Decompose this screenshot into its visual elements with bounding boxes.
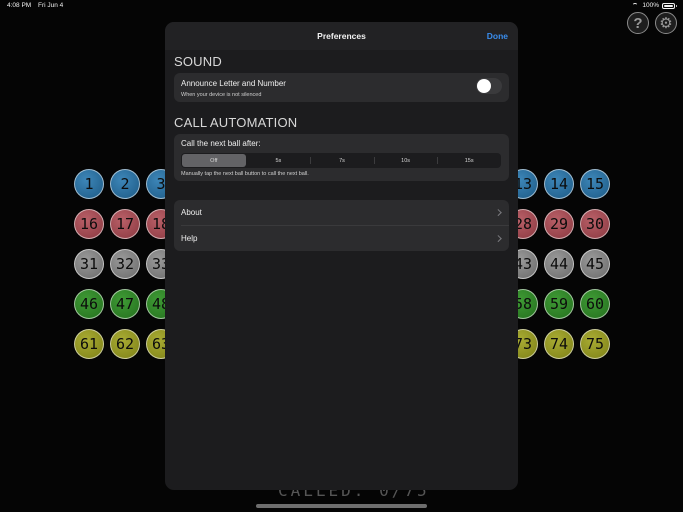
battery-percent: 100%	[642, 2, 659, 9]
bingo-ball: 44	[544, 249, 574, 279]
bingo-ball: 32	[110, 249, 140, 279]
preferences-sheet: Preferences Done SOUND Announce Letter a…	[165, 22, 518, 490]
sound-group: Announce Letter and Number When your dev…	[174, 73, 509, 102]
announce-label: Announce Letter and Number	[181, 79, 286, 88]
bingo-ball: 2	[110, 169, 140, 199]
bingo-screen: 4:08 PM Fri Jun 4 100% ? ⚙ 1 2 3 13 14 15 16 17…	[0, 0, 683, 512]
bingo-ball: 1	[74, 169, 104, 199]
status-date: Fri Jun 4	[38, 2, 64, 9]
segment-option[interactable]: 7s	[310, 153, 374, 168]
bingo-ball: 30	[580, 209, 610, 239]
about-label: About	[181, 208, 202, 217]
bingo-ball: 61	[74, 329, 104, 359]
bingo-ball: 75	[580, 329, 610, 359]
automation-label: Call the next ball after:	[181, 139, 261, 148]
home-indicator[interactable]	[256, 504, 427, 508]
status-right: 100%	[631, 2, 677, 9]
bingo-ball: 14	[544, 169, 574, 199]
call-interval-segmented-control: Off 5s 7s 10s 15s	[181, 153, 501, 168]
help-label: Help	[181, 234, 198, 243]
segment-option[interactable]: 5s	[247, 153, 311, 168]
bingo-ball: 62	[110, 329, 140, 359]
bingo-ball: 59	[544, 289, 574, 319]
links-group: About Help	[174, 200, 509, 251]
segment-option[interactable]: 10s	[373, 153, 438, 168]
segment-option[interactable]: Off	[182, 154, 246, 167]
bingo-ball: 16	[74, 209, 104, 239]
bingo-ball: 46	[74, 289, 104, 319]
status-bar: 4:08 PM Fri Jun 4 100%	[0, 0, 683, 12]
bingo-ball: 29	[544, 209, 574, 239]
automation-hint: Manually tap the next ball button to cal…	[181, 171, 309, 177]
question-mark-icon[interactable]: ?	[627, 12, 649, 34]
segment-option[interactable]: 15s	[437, 153, 501, 168]
toggle-knob	[477, 79, 491, 93]
bingo-ball: 15	[580, 169, 610, 199]
battery-icon	[662, 2, 677, 9]
chevron-right-icon	[494, 209, 501, 216]
automation-group: Call the next ball after: Off 5s 7s 10s 15s …	[174, 134, 509, 181]
bingo-ball: 31	[74, 249, 104, 279]
bingo-ball: 17	[110, 209, 140, 239]
done-button[interactable]: Done	[487, 31, 508, 41]
sheet-header: Preferences Done	[165, 22, 518, 50]
wifi-icon	[631, 2, 639, 9]
sound-section-title: SOUND	[174, 54, 222, 69]
gear-icon[interactable]: ⚙	[655, 12, 677, 34]
bingo-ball: 60	[580, 289, 610, 319]
announce-subtitle: When your device is not silenced	[181, 92, 262, 98]
bingo-ball: 45	[580, 249, 610, 279]
sheet-title: Preferences	[317, 31, 366, 41]
announce-toggle[interactable]	[476, 78, 502, 94]
bingo-ball: 47	[110, 289, 140, 319]
about-row[interactable]: About	[174, 200, 509, 226]
chevron-right-icon	[494, 235, 501, 242]
status-time: 4:08 PM	[7, 2, 32, 9]
help-row[interactable]: Help	[174, 226, 509, 251]
bingo-ball: 74	[544, 329, 574, 359]
automation-section-title: CALL AUTOMATION	[174, 115, 298, 130]
